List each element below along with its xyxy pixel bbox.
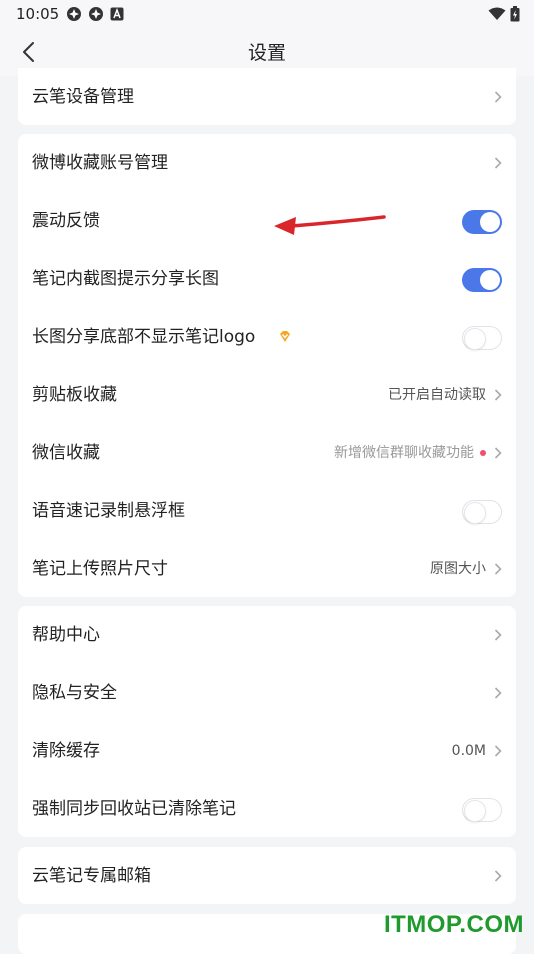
row-label: 语音速记录制悬浮框 bbox=[32, 501, 185, 521]
vibration-toggle[interactable] bbox=[462, 210, 502, 234]
settings-row-vibration-feedback: 震动反馈 bbox=[18, 192, 516, 250]
row-label: 云笔设备管理 bbox=[32, 87, 134, 107]
row-label: 笔记上传照片尺寸 bbox=[32, 559, 168, 579]
row-value: 0.0M bbox=[451, 743, 486, 759]
settings-row-photo-size[interactable]: 笔记上传照片尺寸 原图大小 bbox=[18, 540, 516, 597]
vip-diamond-icon bbox=[280, 331, 290, 342]
settings-card-devices: 云笔设备管理 bbox=[18, 68, 516, 125]
row-label: 剪贴板收藏 bbox=[32, 385, 117, 405]
status-time: 10:05 bbox=[16, 5, 60, 23]
chevron-right-icon bbox=[494, 563, 502, 575]
watermark-text: ITMOP.COM bbox=[383, 911, 524, 938]
row-label: 微博收藏账号管理 bbox=[32, 153, 168, 173]
row-label: 隐私与安全 bbox=[32, 683, 117, 703]
page-title: 设置 bbox=[247, 42, 286, 64]
settings-row-help-center[interactable]: 帮助中心 bbox=[18, 606, 516, 664]
row-value: 新增微信群聊收藏功能 bbox=[334, 445, 474, 461]
row-label: 笔记内截图提示分享长图 bbox=[32, 269, 219, 289]
status-system-icons bbox=[488, 6, 520, 22]
settings-row-hide-logo: 长图分享底部不显示笔记logo bbox=[18, 308, 516, 366]
screenshot-share-toggle[interactable] bbox=[462, 268, 502, 292]
status-notification-icons bbox=[66, 6, 124, 22]
row-label: 长图分享底部不显示笔记logo bbox=[32, 327, 256, 347]
settings-row-exclusive-email[interactable]: 云笔记专属邮箱 bbox=[18, 847, 516, 904]
settings-card-email: 云笔记专属邮箱 bbox=[18, 847, 516, 904]
settings-row-clipboard-collect[interactable]: 剪贴板收藏 已开启自动读取 bbox=[18, 366, 516, 424]
settings-card-general: 微博收藏账号管理 震动反馈 笔记内截图提示分享长图 长图分享底部不显示笔记log… bbox=[18, 134, 516, 597]
chevron-right-icon bbox=[494, 91, 502, 103]
chevron-right-icon bbox=[494, 447, 502, 459]
settings-row-screenshot-share-hint: 笔记内截图提示分享长图 bbox=[18, 250, 516, 308]
hide-logo-toggle[interactable] bbox=[462, 326, 502, 350]
battery-icon bbox=[510, 6, 520, 22]
chevron-right-icon bbox=[494, 687, 502, 699]
settings-row-privacy-security[interactable]: 隐私与安全 bbox=[18, 664, 516, 722]
sync-icon bbox=[67, 7, 81, 21]
row-value: 原图大小 bbox=[430, 561, 486, 577]
new-badge-dot bbox=[480, 450, 486, 456]
row-label: 帮助中心 bbox=[32, 625, 100, 645]
chevron-right-icon bbox=[494, 745, 502, 757]
settings-row-weibo-account[interactable]: 微博收藏账号管理 bbox=[18, 134, 516, 192]
annotation-arrow-icon bbox=[274, 215, 386, 235]
chevron-right-icon bbox=[494, 389, 502, 401]
a-badge-icon bbox=[110, 7, 124, 21]
row-label: 清除缓存 bbox=[32, 741, 100, 761]
settings-row-voice-float: 语音速记录制悬浮框 bbox=[18, 482, 516, 540]
chevron-right-icon bbox=[494, 870, 502, 882]
wifi-icon bbox=[488, 7, 506, 20]
row-label: 震动反馈 bbox=[32, 211, 100, 231]
row-label: 云笔记专属邮箱 bbox=[32, 866, 151, 886]
force-sync-toggle[interactable] bbox=[462, 798, 502, 822]
row-value: 已开启自动读取 bbox=[388, 387, 486, 403]
settings-card-support: 帮助中心 隐私与安全 清除缓存 0.0M 强制同步回收站已清除笔记 bbox=[18, 606, 516, 837]
chevron-right-icon bbox=[494, 157, 502, 169]
row-label: 强制同步回收站已清除笔记 bbox=[32, 799, 236, 819]
row-label: 微信收藏 bbox=[32, 443, 100, 463]
status-bar: 10:05 bbox=[0, 0, 534, 28]
voice-float-toggle[interactable] bbox=[462, 500, 502, 524]
settings-row-wechat-collect[interactable]: 微信收藏 新增微信群聊收藏功能 bbox=[18, 424, 516, 482]
sync-icon bbox=[89, 7, 103, 21]
settings-row-force-sync-trash: 强制同步回收站已清除笔记 bbox=[18, 780, 516, 837]
settings-row-clear-cache[interactable]: 清除缓存 0.0M bbox=[18, 722, 516, 780]
settings-row-pen-device-management[interactable]: 云笔设备管理 bbox=[18, 68, 516, 125]
chevron-right-icon bbox=[494, 629, 502, 641]
